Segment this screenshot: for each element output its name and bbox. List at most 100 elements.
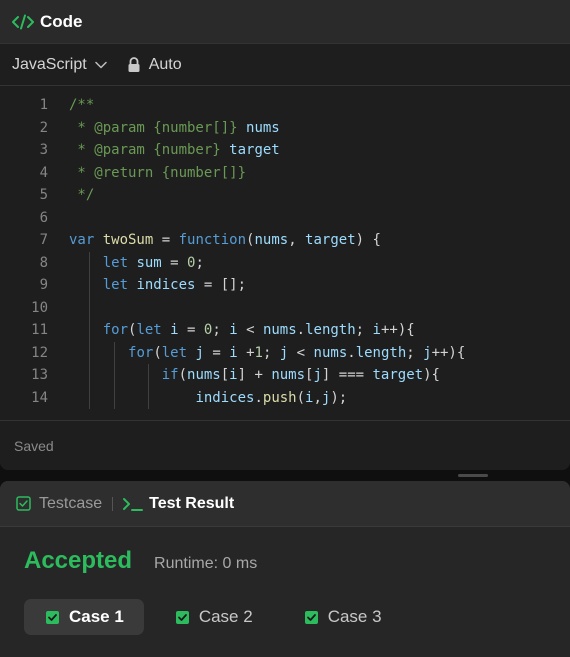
code-token: ] + [237, 367, 272, 383]
code-line[interactable]: 3 * @param {number} target [0, 139, 570, 162]
code-token: * @return {number[]} [69, 164, 247, 181]
line-number: 9 [39, 277, 48, 293]
code-token: ; [406, 344, 424, 361]
code-token: j [423, 344, 432, 361]
code-token: ; [195, 254, 204, 271]
code-token: function [178, 232, 247, 248]
editor-toolbar: JavaScript Auto [0, 44, 570, 86]
code-token: 1 [254, 344, 263, 361]
code-token: ] === [321, 367, 373, 383]
case-tab-label: Case 1 [69, 607, 124, 626]
code-token: ; [212, 322, 230, 338]
code-line[interactable]: 7 var twoSum = function(nums, target) { [0, 229, 570, 252]
code-token: let [102, 254, 137, 271]
code-token: length [355, 344, 407, 361]
code-token: ; [262, 344, 280, 361]
code-token: indices [136, 277, 196, 293]
code-line[interactable]: 10 [0, 296, 570, 319]
checkbox-checked-icon [304, 610, 318, 624]
code-line[interactable]: 1 /** [0, 94, 570, 117]
code-token: , [313, 389, 322, 406]
case-tabs: Case 1 Case 2 Case 3 [24, 599, 570, 635]
line-number: 4 [39, 164, 48, 181]
code-token: < [288, 344, 314, 361]
line-number: 11 [31, 322, 48, 338]
code-line[interactable]: 13 if(nums[i] + nums[j] === target){ [0, 364, 570, 387]
line-number: 13 [31, 367, 48, 383]
indent-guide [88, 319, 90, 342]
code-token: * @param {number} [69, 142, 230, 158]
case-tab-3[interactable]: Case 3 [283, 599, 402, 635]
line-number: 2 [39, 119, 48, 136]
code-token: nums [313, 344, 348, 361]
code-line[interactable]: 9 let indices = []; [0, 274, 570, 297]
code-token: /** [69, 97, 95, 113]
line-number: 14 [31, 389, 48, 406]
code-token: ) { [355, 232, 381, 248]
code-line[interactable]: 14 indices.push(i,j); [0, 386, 570, 409]
code-token: if [161, 367, 179, 383]
line-code [48, 296, 90, 319]
result-panel: Testcase Test Result Accepted Runtime: 0… [0, 481, 570, 657]
code-token: nums [254, 232, 289, 248]
code-token: sum [136, 254, 162, 271]
code-token: i [229, 367, 238, 383]
line-number: 12 [31, 344, 48, 361]
line-code: /** [48, 94, 94, 117]
code-token: ( [296, 389, 306, 406]
code-line[interactable]: 8 let sum = 0; [0, 251, 570, 274]
indent-guide [88, 296, 90, 319]
line-number: 6 [39, 209, 48, 226]
result-body: Accepted Runtime: 0 ms Case 1 Case 2 Cas… [0, 527, 570, 635]
line-code: for(let j = i +1; j < nums.length; j++){ [48, 341, 465, 364]
code-editor[interactable]: 1 /** 2 * @param {number[]} nums 3 * @param… [0, 86, 570, 412]
code-line[interactable]: 2 * @param {number[]} nums [0, 117, 570, 140]
code-token: nums [246, 119, 280, 136]
line-code: indices.push(i,j); [48, 386, 347, 409]
code-token: + [237, 344, 255, 361]
panel-resize-handle[interactable] [458, 474, 488, 477]
code-line[interactable]: 4 * @return {number[]} [0, 162, 570, 185]
save-status-bar: Saved [0, 420, 570, 470]
code-line[interactable]: 11 for(let i = 0; i < nums.length; i++){ [0, 319, 570, 342]
tab-testcase-label: Testcase [39, 494, 103, 512]
indent-guide [147, 386, 149, 409]
line-number: 5 [39, 187, 48, 203]
language-select-value: JavaScript [12, 55, 87, 73]
code-token: = [153, 232, 179, 248]
runtime-text: Runtime: 0 ms [154, 555, 258, 572]
line-number: 1 [39, 97, 48, 113]
code-line[interactable]: 12 for(let j = i +1; j < nums.length; j+… [0, 341, 570, 364]
code-line[interactable]: 6 [0, 207, 570, 230]
code-token: . [296, 322, 306, 338]
language-select[interactable]: JavaScript [12, 56, 107, 74]
code-token: . [254, 389, 263, 406]
tab-testcase[interactable]: Testcase [16, 495, 102, 513]
code-token: length [305, 322, 356, 338]
code-line[interactable]: 5 */ [0, 184, 570, 207]
auto-mode-toggle[interactable]: Auto [127, 56, 182, 74]
code-token: i [229, 344, 238, 361]
line-code: let indices = []; [48, 274, 246, 297]
line-code: if(nums[i] + nums[j] === target){ [48, 364, 440, 387]
code-token: let [136, 322, 171, 338]
code-token: nums [187, 367, 221, 383]
case-tab-1[interactable]: Case 1 [24, 599, 144, 635]
line-code: let sum = 0; [48, 251, 204, 274]
line-number: 7 [39, 232, 48, 248]
code-token: = [203, 344, 230, 361]
code-panel: Code JavaScript Auto 1 /** 2 * @param {num… [0, 0, 570, 470]
code-token: ++){ [380, 322, 415, 338]
code-token: */ [69, 187, 95, 203]
indent-guide [114, 386, 115, 409]
code-token: target [305, 232, 356, 248]
line-number: 10 [31, 299, 48, 316]
code-panel-title: Code [40, 11, 83, 31]
checkbox-checked-icon [46, 610, 59, 624]
tab-test-result[interactable]: Test Result [123, 495, 234, 513]
case-tab-2[interactable]: Case 2 [154, 599, 273, 635]
code-token: i [170, 322, 179, 338]
